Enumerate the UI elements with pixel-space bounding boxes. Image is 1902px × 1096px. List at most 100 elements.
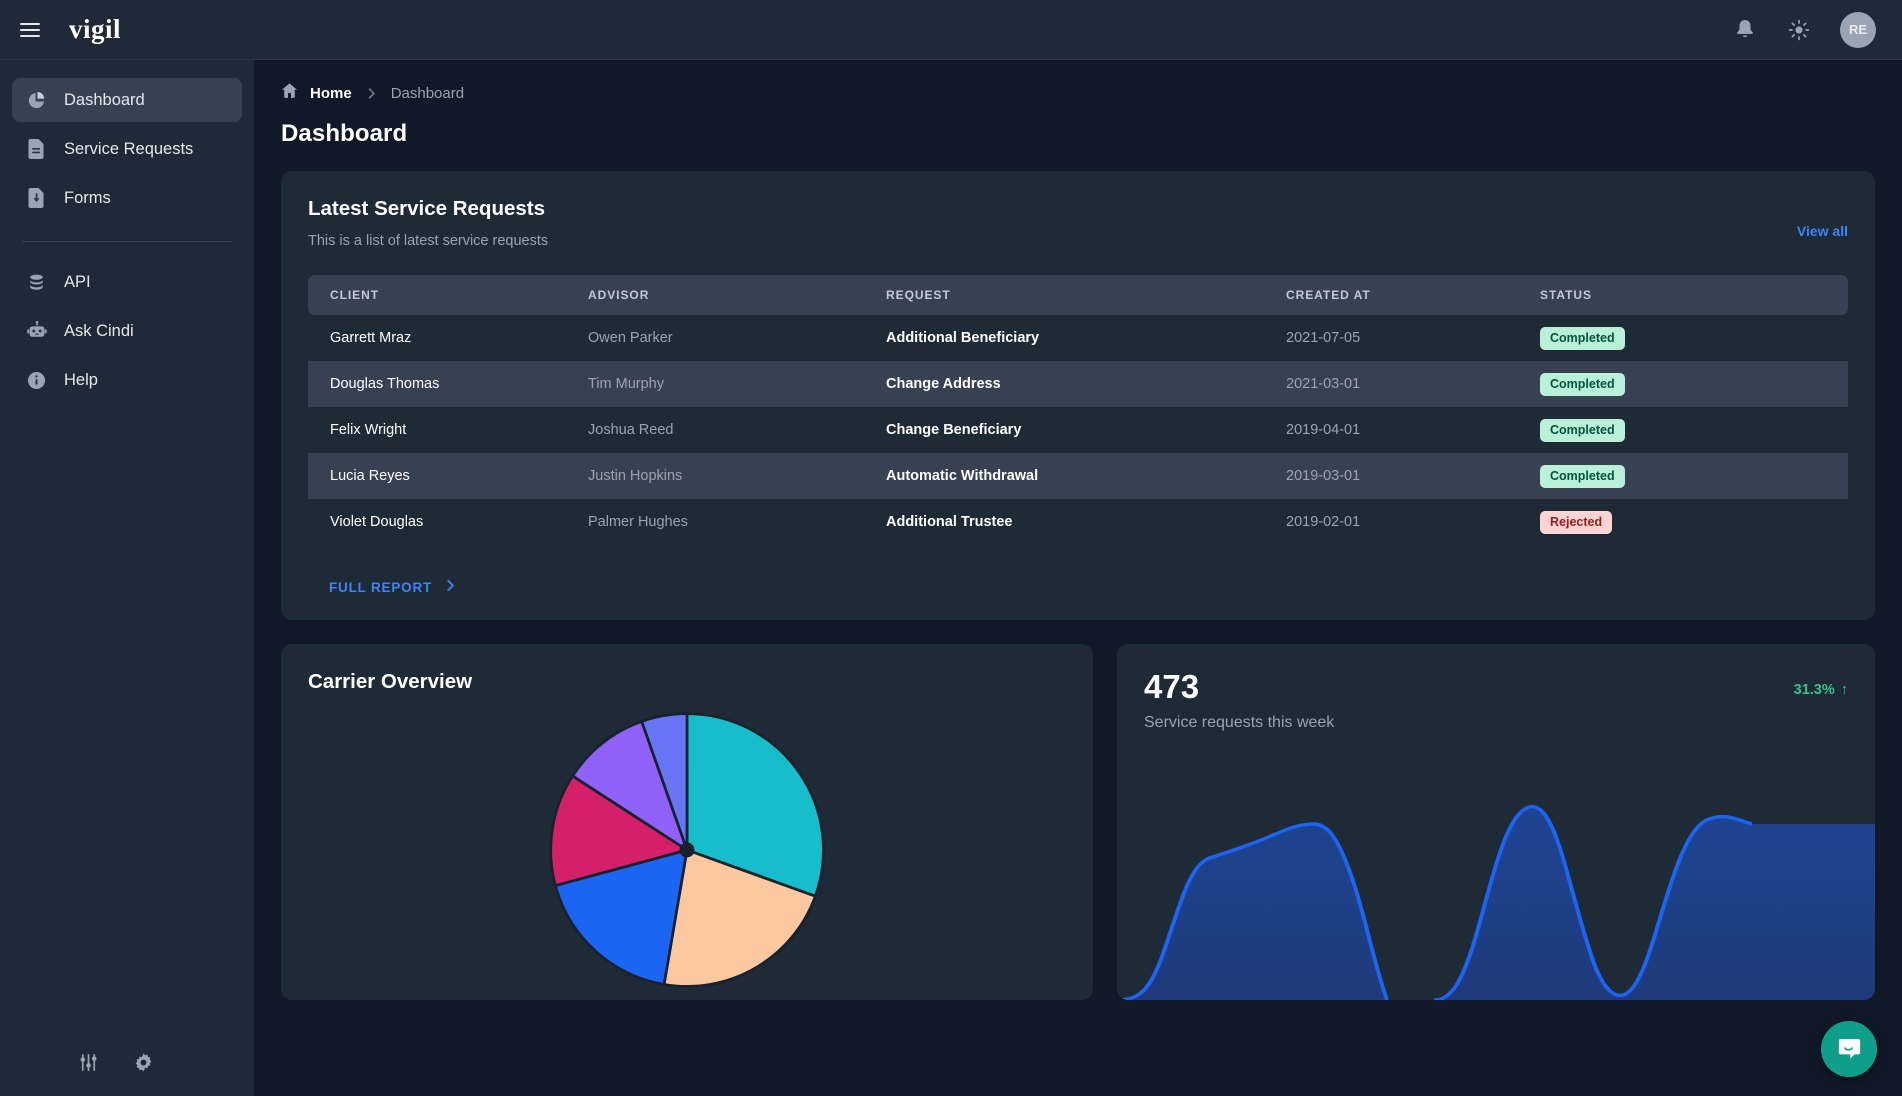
cell-status: Completed (1540, 453, 1848, 499)
pie-svg (537, 700, 837, 1000)
sidebar-item-label: Help (64, 371, 98, 390)
gear-icon[interactable] (133, 1052, 154, 1078)
cell-advisor: Palmer Hughes (588, 499, 886, 545)
cell-advisor: Owen Parker (588, 315, 886, 361)
table-row[interactable]: Douglas Thomas Tim Murphy Change Address… (308, 361, 1848, 407)
breadcrumb-home[interactable]: Home (310, 85, 352, 102)
latest-service-requests-card: Latest Service Requests This is a list o… (281, 171, 1875, 620)
status-badge: Rejected (1540, 511, 1612, 534)
app-root: vigil RE (0, 0, 1902, 1096)
sidebar-item-label: Service Requests (64, 140, 193, 159)
body: Dashboard Service Requests Forms API (0, 60, 1902, 1096)
cell-client: Douglas Thomas (308, 361, 588, 407)
sidebar-item-forms[interactable]: Forms (12, 176, 242, 220)
cell-client: Violet Douglas (308, 499, 588, 545)
cell-client: Garrett Mraz (308, 315, 588, 361)
full-report-label: FULL REPORT (329, 580, 432, 595)
cell-advisor: Tim Murphy (588, 361, 886, 407)
status-badge: Completed (1540, 465, 1625, 488)
breadcrumb-current: Dashboard (391, 85, 464, 102)
sidebar-item-label: Forms (64, 189, 111, 208)
table-row[interactable]: Garrett Mraz Owen Parker Additional Bene… (308, 315, 1848, 361)
sidebar-item-ask-cindi[interactable]: Ask Cindi (12, 309, 242, 353)
robot-icon (26, 321, 47, 342)
topbar-actions: RE (1732, 12, 1876, 48)
server-icon (26, 272, 47, 293)
sidebar-item-help[interactable]: Help (12, 358, 242, 402)
chat-bubble-icon[interactable] (1821, 1021, 1877, 1077)
sidebar: Dashboard Service Requests Forms API (0, 60, 254, 1096)
column-header-client: CLIENT (308, 275, 588, 315)
table-row[interactable]: Felix Wright Joshua Reed Change Benefici… (308, 407, 1848, 453)
kpi-delta-value: 31.3% (1794, 682, 1835, 698)
document-icon (26, 139, 47, 160)
brand-logo[interactable]: vigil (69, 14, 121, 45)
cell-created: 2019-02-01 (1286, 499, 1540, 545)
kpi-delta: 31.3% ↑ (1794, 682, 1848, 698)
cell-status: Completed (1540, 407, 1848, 453)
cell-client: Felix Wright (308, 407, 588, 453)
sun-icon[interactable] (1786, 17, 1812, 43)
cell-status: Completed (1540, 315, 1848, 361)
cell-request: Additional Beneficiary (886, 315, 1286, 361)
status-badge: Completed (1540, 327, 1625, 350)
column-header-request: REQUEST (886, 275, 1286, 315)
breadcrumb: Home Dashboard (254, 60, 1902, 104)
table-body: Garrett Mraz Owen Parker Additional Bene… (308, 315, 1848, 545)
pie-center-dot (680, 843, 695, 858)
view-all-link[interactable]: View all (1797, 223, 1848, 239)
main-content: Home Dashboard Dashboard Latest Service … (254, 60, 1902, 1096)
adjustments-icon[interactable] (78, 1052, 99, 1078)
table-row[interactable]: Violet Douglas Palmer Hughes Additional … (308, 499, 1848, 545)
dashboard-split-row: Carrier Overview (281, 644, 1875, 1000)
cell-advisor: Justin Hopkins (588, 453, 886, 499)
sidebar-item-label: API (64, 273, 91, 292)
top-bar: vigil RE (0, 0, 1902, 60)
table-row[interactable]: Lucia Reyes Justin Hopkins Automatic Wit… (308, 453, 1848, 499)
cell-request: Change Beneficiary (886, 407, 1286, 453)
service-requests-table: CLIENT ADVISOR REQUEST CREATED AT STATUS… (308, 275, 1848, 545)
cell-created: 2019-03-01 (1286, 453, 1540, 499)
chevron-right-icon (364, 86, 379, 101)
avatar[interactable]: RE (1840, 12, 1876, 48)
sidebar-divider (22, 241, 232, 242)
table-head: CLIENT ADVISOR REQUEST CREATED AT STATUS (308, 275, 1848, 315)
bell-icon[interactable] (1732, 17, 1758, 43)
status-badge: Completed (1540, 373, 1625, 396)
sidebar-item-label: Ask Cindi (64, 322, 134, 341)
cell-status: Rejected (1540, 499, 1848, 545)
cell-created: 2021-03-01 (1286, 361, 1540, 407)
kpi-value: 473 (1144, 670, 1334, 705)
sidebar-item-dashboard[interactable]: Dashboard (12, 78, 242, 122)
column-header-status: STATUS (1540, 275, 1848, 315)
service-requests-kpi-card: 473 Service requests this week 31.3% ↑ (1117, 644, 1875, 1000)
carrier-pie-chart (308, 700, 1066, 1000)
sidebar-item-api[interactable]: API (12, 260, 242, 304)
column-header-advisor: ADVISOR (588, 275, 886, 315)
hamburger-icon[interactable] (18, 17, 44, 43)
cell-status: Completed (1540, 361, 1848, 407)
carrier-overview-card: Carrier Overview (281, 644, 1093, 1000)
sidebar-item-label: Dashboard (64, 91, 145, 110)
form-download-icon (26, 188, 47, 209)
kpi-header: 473 Service requests this week 31.3% ↑ (1117, 670, 1875, 732)
page-title: Dashboard (254, 104, 1902, 148)
area-chart-svg (1117, 750, 1875, 1000)
cell-client: Lucia Reyes (308, 453, 588, 499)
pie-chart-icon (26, 90, 47, 111)
cell-created: 2019-04-01 (1286, 407, 1540, 453)
sidebar-item-service-requests[interactable]: Service Requests (12, 127, 242, 171)
kpi-label: Service requests this week (1144, 714, 1334, 732)
arrow-up-icon: ↑ (1841, 682, 1848, 698)
home-icon[interactable] (281, 82, 298, 104)
table-header-row: CLIENT ADVISOR REQUEST CREATED AT STATUS (308, 275, 1848, 315)
card-title: Latest Service Requests (308, 197, 548, 221)
card-subtitle: This is a list of latest service request… (308, 233, 548, 249)
cell-created: 2021-07-05 (1286, 315, 1540, 361)
cell-request: Additional Trustee (886, 499, 1286, 545)
area-fill (1117, 807, 1875, 1000)
carrier-overview-title: Carrier Overview (308, 670, 1066, 694)
full-report-link[interactable]: FULL REPORT (329, 578, 1848, 596)
cell-request: Automatic Withdrawal (886, 453, 1286, 499)
cell-request: Change Address (886, 361, 1286, 407)
